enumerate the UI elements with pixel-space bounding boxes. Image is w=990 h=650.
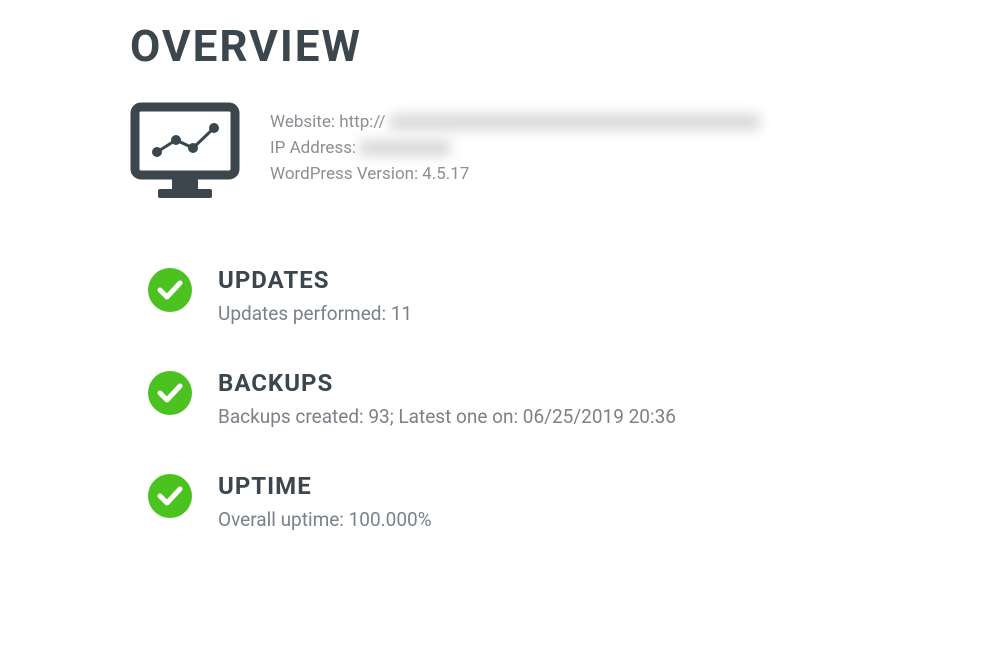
wp-version-row: WordPress Version: 4.5.17	[270, 164, 760, 184]
check-circle-icon	[148, 268, 192, 316]
check-circle-icon	[148, 371, 192, 419]
updates-heading: UPDATES	[218, 266, 412, 294]
website-value-redacted	[390, 114, 760, 130]
uptime-heading: UPTIME	[218, 472, 432, 500]
uptime-content: UPTIME Overall uptime: 100.000%	[218, 472, 432, 531]
wp-version-label: WordPress Version:	[270, 164, 418, 184]
status-item-updates: UPDATES Updates performed: 11	[148, 266, 860, 325]
updates-detail: Updates performed: 11	[218, 302, 412, 325]
ip-label: IP Address:	[270, 138, 356, 158]
website-label: Website: http://	[270, 112, 386, 132]
page-title: OVERVIEW	[130, 20, 860, 72]
backups-content: BACKUPS Backups created: 93; Latest one …	[218, 369, 676, 428]
monitor-analytics-icon	[130, 102, 240, 206]
check-circle-icon	[148, 474, 192, 522]
backups-detail: Backups created: 93; Latest one on: 06/2…	[218, 405, 676, 428]
updates-content: UPDATES Updates performed: 11	[218, 266, 412, 325]
wp-version-value: 4.5.17	[422, 164, 469, 184]
status-item-backups: BACKUPS Backups created: 93; Latest one …	[148, 369, 860, 428]
site-details: Website: http:// IP Address: WordPress V…	[270, 102, 760, 184]
backups-heading: BACKUPS	[218, 369, 676, 397]
website-row: Website: http://	[270, 112, 760, 132]
uptime-detail: Overall uptime: 100.000%	[218, 508, 432, 531]
site-info-section: Website: http:// IP Address: WordPress V…	[130, 102, 860, 206]
status-list: UPDATES Updates performed: 11 BACKUPS Ba…	[148, 266, 860, 531]
ip-value-redacted	[360, 140, 450, 156]
status-item-uptime: UPTIME Overall uptime: 100.000%	[148, 472, 860, 531]
ip-row: IP Address:	[270, 138, 760, 158]
